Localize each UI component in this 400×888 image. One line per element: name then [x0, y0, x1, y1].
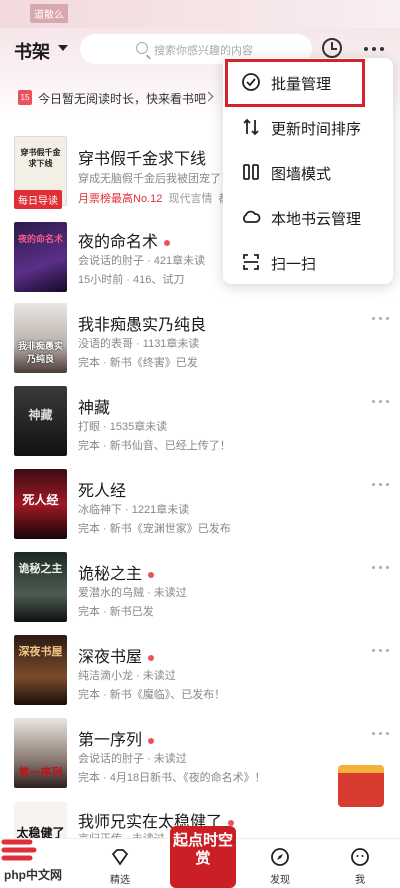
book-title: 我非痴愚实乃纯良 [78, 317, 207, 334]
book-line2: 月票榜最高No.12 现代言情 都市 [78, 193, 241, 205]
banner-text: 今日暂无阅读时长，快来看书吧 [38, 92, 207, 106]
history-icon[interactable] [322, 38, 342, 58]
book-title: 诡秘之主 [78, 560, 155, 584]
grid-icon [243, 164, 259, 180]
chevron-down-icon[interactable] [58, 45, 68, 51]
update-dot [148, 654, 155, 661]
update-dot [148, 571, 155, 578]
book-line1: 冰临神下 · 1221章未读 [78, 504, 190, 516]
book-cover: 诡秘之主 [14, 552, 67, 622]
book-title: 深夜书屋 [78, 643, 155, 667]
more-options-icon[interactable] [372, 317, 390, 323]
user-icon [351, 848, 369, 866]
more-icon[interactable] [362, 39, 386, 59]
menu-label: 更新时间排序 [271, 121, 362, 138]
status-bar: 道散么 [0, 0, 400, 28]
book-line1: 纯洁滴小龙 · 未读过 [78, 670, 176, 682]
promo-badge[interactable]: 起点时空赏 [170, 826, 236, 888]
menu-item-grid-mode[interactable]: 图墙模式 [223, 150, 393, 195]
shelf-title[interactable]: 书架 [14, 38, 50, 64]
book-title: 第一序列 [78, 726, 155, 750]
book-line1: 没语的表哥 · 1131章未读 [78, 338, 200, 350]
book-line2: 完本 · 新书《终害》已发 [78, 357, 198, 369]
highlight-box [225, 59, 365, 107]
menu-item-scan[interactable]: 扫一扫 [223, 240, 393, 285]
book-item[interactable]: 死人经 死人经 冰临神下 · 1221章未读 完本 · 新书《宠渊世家》已发布 [0, 469, 400, 549]
search-placeholder: 搜索你感兴趣的内容 [154, 45, 253, 57]
cloud-icon [243, 210, 261, 223]
book-title: 死人经 [78, 483, 127, 500]
book-item[interactable]: 神藏 神藏 打眼 · 1535章未读 完本 · 新书仙音、已经上传了！ [0, 386, 400, 466]
book-title: 夜的命名术 [78, 228, 171, 252]
book-line2: 完本 · 新书仙音、已经上传了！ [78, 440, 231, 452]
update-dot [148, 737, 155, 744]
book-cover: 神藏 [14, 386, 67, 456]
book-item[interactable]: 诡秘之主 诡秘之主 爱潜水的乌贼 · 未读过 完本 · 新书已发 [0, 552, 400, 632]
menu-label: 扫一扫 [271, 256, 317, 273]
book-cover: 第一序列 [14, 718, 67, 788]
diamond-icon [111, 849, 129, 866]
more-options-icon[interactable] [372, 483, 390, 489]
book-line2: 完本 · 新书《魔临》、已发布！ [78, 689, 226, 701]
book-line2: 完本 · 新书已发 [78, 606, 154, 618]
book-title: 神藏 [78, 400, 111, 417]
nav-item-me[interactable]: 我 [320, 839, 400, 888]
book-line1: 爱潜水的乌贼 · 未读过 [78, 587, 187, 599]
update-dot [164, 239, 171, 246]
nav-item-featured[interactable]: 精选 [80, 839, 160, 888]
more-options-icon[interactable] [372, 566, 390, 572]
book-title: 穿书假千金求下线 [78, 151, 207, 168]
book-item[interactable]: 深夜书屋 深夜书屋 纯洁滴小龙 · 未读过 完本 · 新书《魔临》、已发布！ [0, 635, 400, 715]
book-line1: 会说话的肘子 · 未读过 [78, 753, 187, 765]
nav-label: 我 [355, 875, 365, 886]
app-logo-icon[interactable] [0, 836, 40, 864]
gift-box-icon[interactable] [338, 765, 384, 807]
book-line2: 完本 · 4月18日新书、《夜的命名术》！ [78, 772, 266, 784]
book-line1: 会说话的肘子 · 421章未读 [78, 255, 206, 267]
menu-label: 图墙模式 [271, 166, 332, 183]
compass-icon [271, 848, 289, 866]
book-line2: 完本 · 新书《宠渊世家》已发布 [78, 523, 231, 535]
daily-tag: 每日导读 [14, 190, 62, 209]
watermark-text: php中文网 [4, 868, 62, 882]
book-line1: 打眼 · 1535章未读 [78, 421, 168, 433]
nav-item-discover[interactable]: 发现 [240, 839, 320, 888]
book-cover: 太稳健了 [14, 802, 67, 838]
menu-label: 本地书云管理 [271, 211, 362, 228]
menu-item-sort-update[interactable]: 更新时间排序 [223, 105, 393, 150]
book-line2: 15小时前 · 416、试刀 [78, 274, 185, 286]
more-options-icon[interactable] [372, 400, 390, 406]
scan-icon [243, 254, 259, 270]
book-cover: 死人经 [14, 469, 67, 539]
more-options-icon[interactable] [372, 649, 390, 655]
menu-item-cloud-manage[interactable]: 本地书云管理 [223, 195, 393, 240]
status-text: 道散么 [30, 4, 68, 23]
book-cover: 我非痴愚实乃纯良 [14, 303, 67, 373]
search-icon [136, 42, 148, 54]
book-cover: 夜的命名术 [14, 222, 67, 292]
nav-label: 精选 [110, 875, 130, 886]
more-options-icon[interactable] [372, 732, 390, 738]
sort-icon [243, 118, 259, 136]
update-dot [228, 819, 235, 826]
book-line1: 言归正传 · 未读过 [78, 830, 165, 838]
calendar-icon: 15 [18, 90, 32, 105]
book-line1: 穿成无脑假千金后我被团宠了 [78, 173, 221, 185]
book-cover: 深夜书屋 [14, 635, 67, 705]
book-item[interactable]: 我非痴愚实乃纯良 我非痴愚实乃纯良 没语的表哥 · 1131章未读 完本 · 新… [0, 303, 400, 383]
rank-text: 月票榜最高No.12 [78, 193, 163, 205]
nav-label: 发现 [270, 875, 290, 886]
